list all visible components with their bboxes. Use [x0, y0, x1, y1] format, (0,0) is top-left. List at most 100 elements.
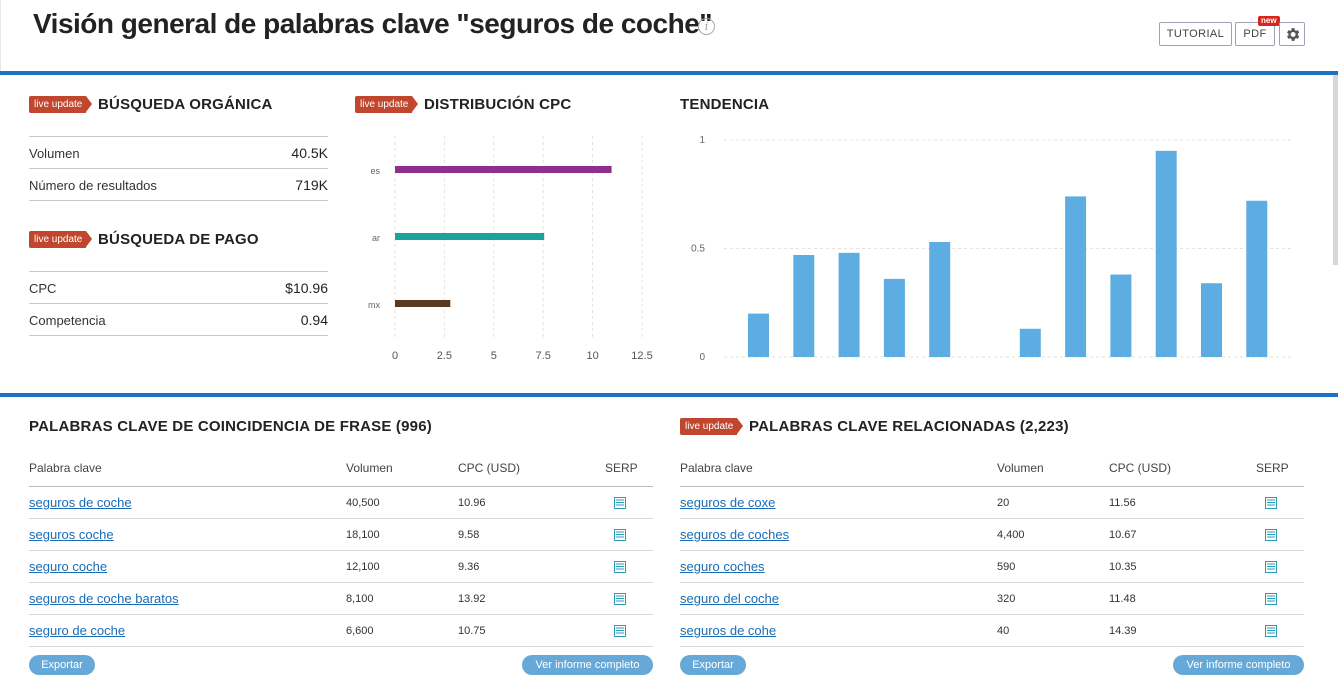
- metric-value: 40.5K: [291, 145, 328, 161]
- cpc-cell: 11.56: [1109, 497, 1136, 509]
- row-divider: [680, 518, 1304, 519]
- serp-icon[interactable]: [614, 496, 626, 509]
- row-divider: [29, 550, 653, 551]
- x-tick-label: 7.5: [536, 350, 551, 362]
- keyword-link[interactable]: seguro de coche: [29, 623, 125, 638]
- cpc-cell: 10.67: [1109, 529, 1137, 541]
- serp-icon[interactable]: [614, 560, 626, 573]
- cpc-distribution-title: DISTRIBUCIÓN CPC: [424, 96, 572, 113]
- volume-cell: 4,400: [997, 529, 1025, 541]
- metric-label: CPC: [29, 281, 57, 296]
- row-divider: [680, 646, 1304, 647]
- category-label: es: [370, 166, 380, 176]
- keyword-link[interactable]: seguro coches: [680, 559, 765, 574]
- keyword-link[interactable]: seguro coche: [29, 559, 107, 574]
- export-button[interactable]: Exportar: [29, 655, 95, 675]
- row-divider: [29, 335, 328, 336]
- cpc-cell: 13.92: [458, 593, 486, 605]
- organic-row-results: Número de resultados 719K: [29, 168, 328, 200]
- volume-cell: 590: [997, 561, 1016, 573]
- row-divider: [680, 550, 1304, 551]
- row-divider: [680, 582, 1304, 583]
- keyword-link[interactable]: seguros de cohe: [680, 623, 776, 638]
- scrollbar[interactable]: [1333, 75, 1338, 265]
- volume-cell: 320: [997, 593, 1016, 605]
- organic-row-volume: Volumen 40.5K: [29, 136, 328, 168]
- export-button[interactable]: Exportar: [680, 655, 746, 675]
- metric-value: $10.96: [285, 280, 328, 296]
- row-divider: [29, 486, 653, 487]
- cpc-cell: 11.48: [1109, 593, 1136, 605]
- tutorial-button[interactable]: TUTORIAL: [1159, 22, 1232, 46]
- y-tick-label: 0.5: [691, 244, 705, 255]
- cpc-cell: 9.58: [458, 529, 480, 541]
- related-keywords-title: PALABRAS CLAVE RELACIONADAS (2,223): [749, 418, 1069, 435]
- volume-cell: 12,100: [346, 561, 380, 573]
- row-divider: [680, 486, 1304, 487]
- volume-cell: 8,100: [346, 593, 374, 605]
- metric-label: Volumen: [29, 146, 80, 161]
- organic-search-title: BÚSQUEDA ORGÁNICA: [98, 96, 273, 113]
- cpc-chart-svg: 0 2.5 5 7.5 10 12.5 es ar mx: [368, 136, 653, 362]
- column-header-volume: Volumen: [346, 461, 393, 475]
- column-header-cpc: CPC (USD): [458, 461, 520, 475]
- metric-label: Competencia: [29, 313, 106, 328]
- column-header-keyword: Palabra clave: [29, 461, 102, 475]
- keyword-link[interactable]: seguros de coches: [680, 527, 789, 542]
- cpc-cell: 10.35: [1109, 561, 1137, 573]
- y-tick-label: 0: [699, 352, 705, 363]
- column-header-serp: SERP: [605, 461, 638, 475]
- trend-bar: [1110, 274, 1132, 357]
- row-divider: [29, 614, 653, 615]
- serp-icon[interactable]: [1265, 560, 1277, 573]
- trend-bar: [1155, 150, 1177, 357]
- paid-search-title: BÚSQUEDA DE PAGO: [98, 231, 259, 248]
- trend-bar: [1065, 196, 1087, 357]
- cpc-cell: 10.96: [458, 497, 486, 509]
- keyword-link[interactable]: seguro del coche: [680, 591, 779, 606]
- keyword-link[interactable]: seguros de coche: [29, 495, 132, 510]
- row-divider: [29, 200, 328, 201]
- trend-bar: [1246, 200, 1268, 357]
- column-header-volume: Volumen: [997, 461, 1044, 475]
- trend-title: TENDENCIA: [680, 96, 770, 113]
- keyword-link[interactable]: seguros coche: [29, 527, 114, 542]
- volume-cell: 20: [997, 497, 1010, 509]
- cpc-cell: 9.36: [458, 561, 480, 573]
- row-divider: [29, 646, 653, 647]
- info-icon[interactable]: i: [698, 18, 715, 35]
- serp-icon[interactable]: [1265, 624, 1277, 637]
- column-header-serp: SERP: [1256, 461, 1289, 475]
- page-title: Visión general de palabras clave "seguro…: [33, 8, 713, 39]
- full-report-button[interactable]: Ver informe completo: [522, 655, 653, 675]
- settings-button[interactable]: [1279, 22, 1305, 46]
- cpc-cell: 14.39: [1109, 625, 1137, 637]
- serp-icon[interactable]: [614, 592, 626, 605]
- section-divider: [0, 393, 1338, 397]
- volume-cell: 40: [997, 625, 1010, 637]
- serp-icon[interactable]: [614, 624, 626, 637]
- new-badge: new: [1258, 16, 1280, 26]
- column-header-keyword: Palabra clave: [680, 461, 753, 475]
- x-tick-label: 5: [491, 350, 497, 362]
- metric-value: 719K: [295, 177, 328, 193]
- trend-bar: [883, 278, 905, 357]
- trend-bar: [1019, 328, 1041, 357]
- serp-icon[interactable]: [614, 528, 626, 541]
- trend-bar: [793, 255, 815, 357]
- serp-icon[interactable]: [1265, 528, 1277, 541]
- volume-cell: 6,600: [346, 625, 374, 637]
- full-report-button[interactable]: Ver informe completo: [1173, 655, 1304, 675]
- trend-bar: [748, 313, 769, 357]
- row-divider: [680, 614, 1304, 615]
- cpc-bar: [395, 166, 612, 173]
- x-tick-label: 12.5: [631, 350, 652, 362]
- keyword-link[interactable]: seguros de coche baratos: [29, 591, 179, 606]
- paid-row-cpc: CPC $10.96: [29, 271, 328, 303]
- cpc-bar: [395, 300, 451, 307]
- volume-cell: 18,100: [346, 529, 380, 541]
- keyword-link[interactable]: seguros de coxe: [680, 495, 775, 510]
- x-tick-label: 0: [392, 350, 398, 362]
- serp-icon[interactable]: [1265, 592, 1277, 605]
- serp-icon[interactable]: [1265, 496, 1277, 509]
